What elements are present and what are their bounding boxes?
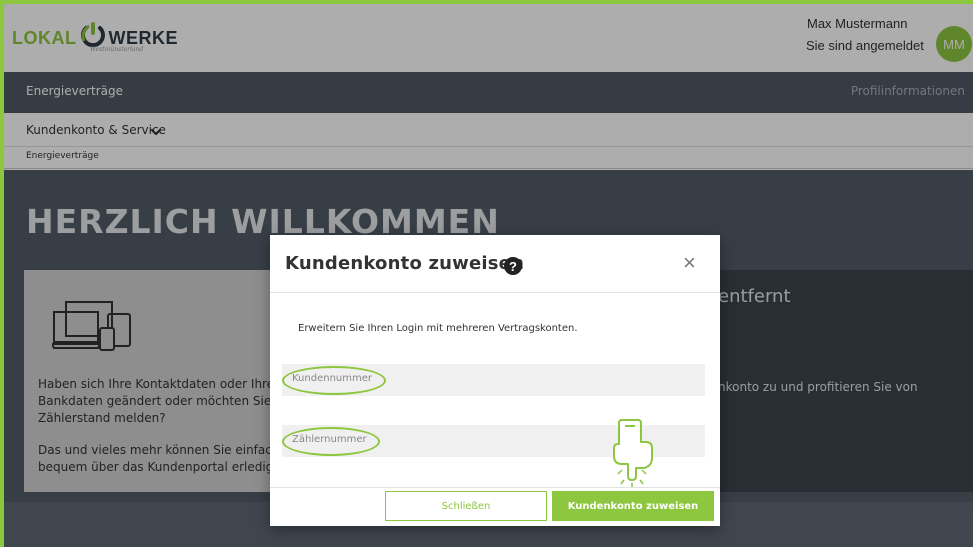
close-button[interactable]: Schließen [385,491,547,521]
highlight-ring-customer-number [282,366,386,395]
hand-pointer-icon [613,419,653,487]
modal-header: Kundenkonto zuweisen ? × [270,235,720,293]
modal-title: Kundenkonto zuweisen [285,253,525,274]
help-icon[interactable]: ? [504,257,522,275]
close-icon[interactable]: × [683,252,696,274]
highlight-ring-meter-number [282,427,380,456]
assign-account-button[interactable]: Kundenkonto zuweisen [552,491,714,521]
modal-description: Erweitern Sie Ihren Login mit mehreren V… [298,323,578,334]
assign-account-modal: Kundenkonto zuweisen ? × Erweitern Sie I… [270,235,720,526]
